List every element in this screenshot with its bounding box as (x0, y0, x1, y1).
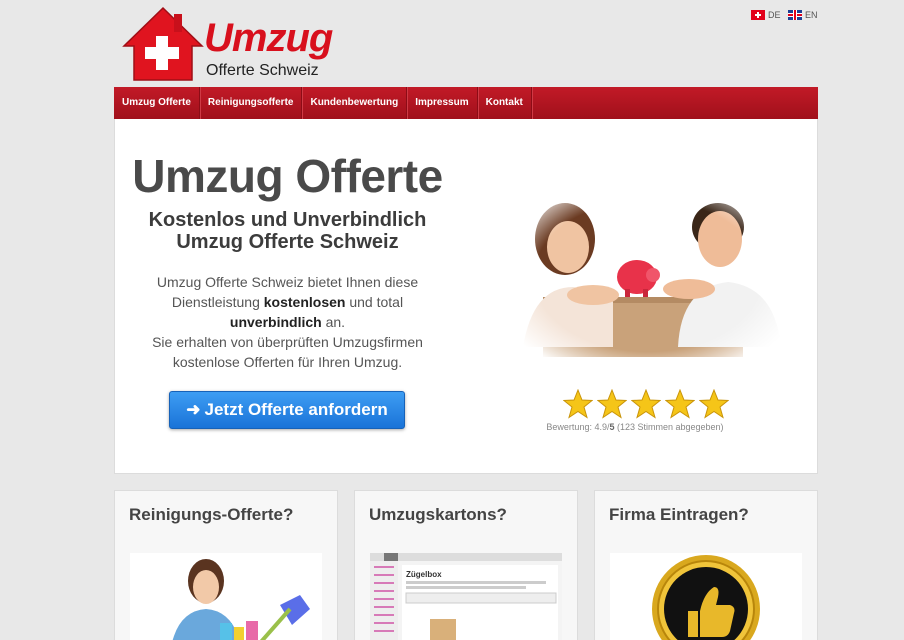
star-icon (563, 389, 593, 419)
hero-subtitle-line2: Umzug Offerte Schweiz (176, 231, 399, 253)
hero-text-bold2: unverbindlich (229, 314, 322, 330)
hero-subtitle: Kostenlos und Unverbindlich Umzug Offert… (115, 209, 460, 253)
nav-item-impressum[interactable]: Impressum (407, 87, 478, 119)
card-reinigung[interactable]: Reinigungs-Offerte? (114, 490, 338, 640)
hero-text-part2: und total (345, 294, 404, 310)
card-title: Reinigungs-Offerte? (129, 505, 294, 524)
thumbs-up-medal-image (610, 553, 802, 640)
house-cross-icon (122, 6, 204, 81)
main-nav: Umzug Offerte Reinigungsofferte Kundenbe… (114, 87, 818, 119)
request-offer-label: Jetzt Offerte anfordern (204, 400, 388, 419)
hero-text-bold1: kostenlosen (263, 294, 346, 310)
zuegelbox-caption: Zügelbox (406, 570, 442, 579)
hero-text-part3: an. (321, 314, 346, 330)
uk-flag-icon (788, 10, 802, 20)
couple-piggy-bank-image (513, 177, 783, 357)
rating-stars (563, 389, 729, 419)
lang-de[interactable]: DE (751, 10, 781, 20)
page-title: Umzug Offerte (132, 150, 443, 202)
card-title: Umzugskartons? (369, 505, 507, 524)
rating-text: Bewertung: 4.9/5 (123 Stimmen abgegeben) (515, 422, 755, 432)
nav-item-kontakt[interactable]: Kontakt (478, 87, 532, 119)
card-title: Firma Eintragen? (609, 505, 749, 524)
arrow-right-icon: ➜ (186, 400, 201, 419)
star-icon (631, 389, 661, 419)
swiss-flag-icon (751, 10, 765, 20)
rating-suffix: (123 Stimmen abgegeben) (614, 422, 724, 432)
lang-de-label: DE (768, 10, 781, 20)
star-icon (597, 389, 627, 419)
site-logo[interactable]: Umzug Offerte Schweiz (122, 6, 342, 82)
logo-tagline: Offerte Schweiz (206, 62, 319, 79)
hero-subtitle-line1: Kostenlos und Unverbindlich (148, 209, 427, 231)
cleaning-woman-image (130, 553, 322, 640)
star-icon (665, 389, 695, 419)
nav-item-kundenbewertung[interactable]: Kundenbewertung (302, 87, 408, 119)
hero-text-line2: Sie erhalten von überprüften Umzugsfirme… (152, 334, 423, 370)
rating-prefix: Bewertung: 4.9/ (546, 422, 610, 432)
star-icon (699, 389, 729, 419)
hero-description: Umzug Offerte Schweiz bietet Ihnen diese… (135, 272, 440, 372)
lang-en[interactable]: EN (788, 10, 818, 20)
logo-name: Umzug (204, 16, 333, 60)
lang-en-label: EN (805, 10, 818, 20)
zuegelbox-screenshot-image: Zügelbox (370, 553, 562, 640)
hero-section: Umzug Offerte Kostenlos und Unverbindlic… (114, 119, 818, 474)
request-offer-button[interactable]: ➜ Jetzt Offerte anfordern (169, 391, 405, 429)
nav-item-reinigungsofferte[interactable]: Reinigungsofferte (200, 87, 303, 119)
card-firma-eintragen[interactable]: Firma Eintragen? (594, 490, 818, 640)
nav-item-umzug-offerte[interactable]: Umzug Offerte (114, 87, 200, 119)
card-umzugskartons[interactable]: Umzugskartons? Zügelbox (354, 490, 578, 640)
